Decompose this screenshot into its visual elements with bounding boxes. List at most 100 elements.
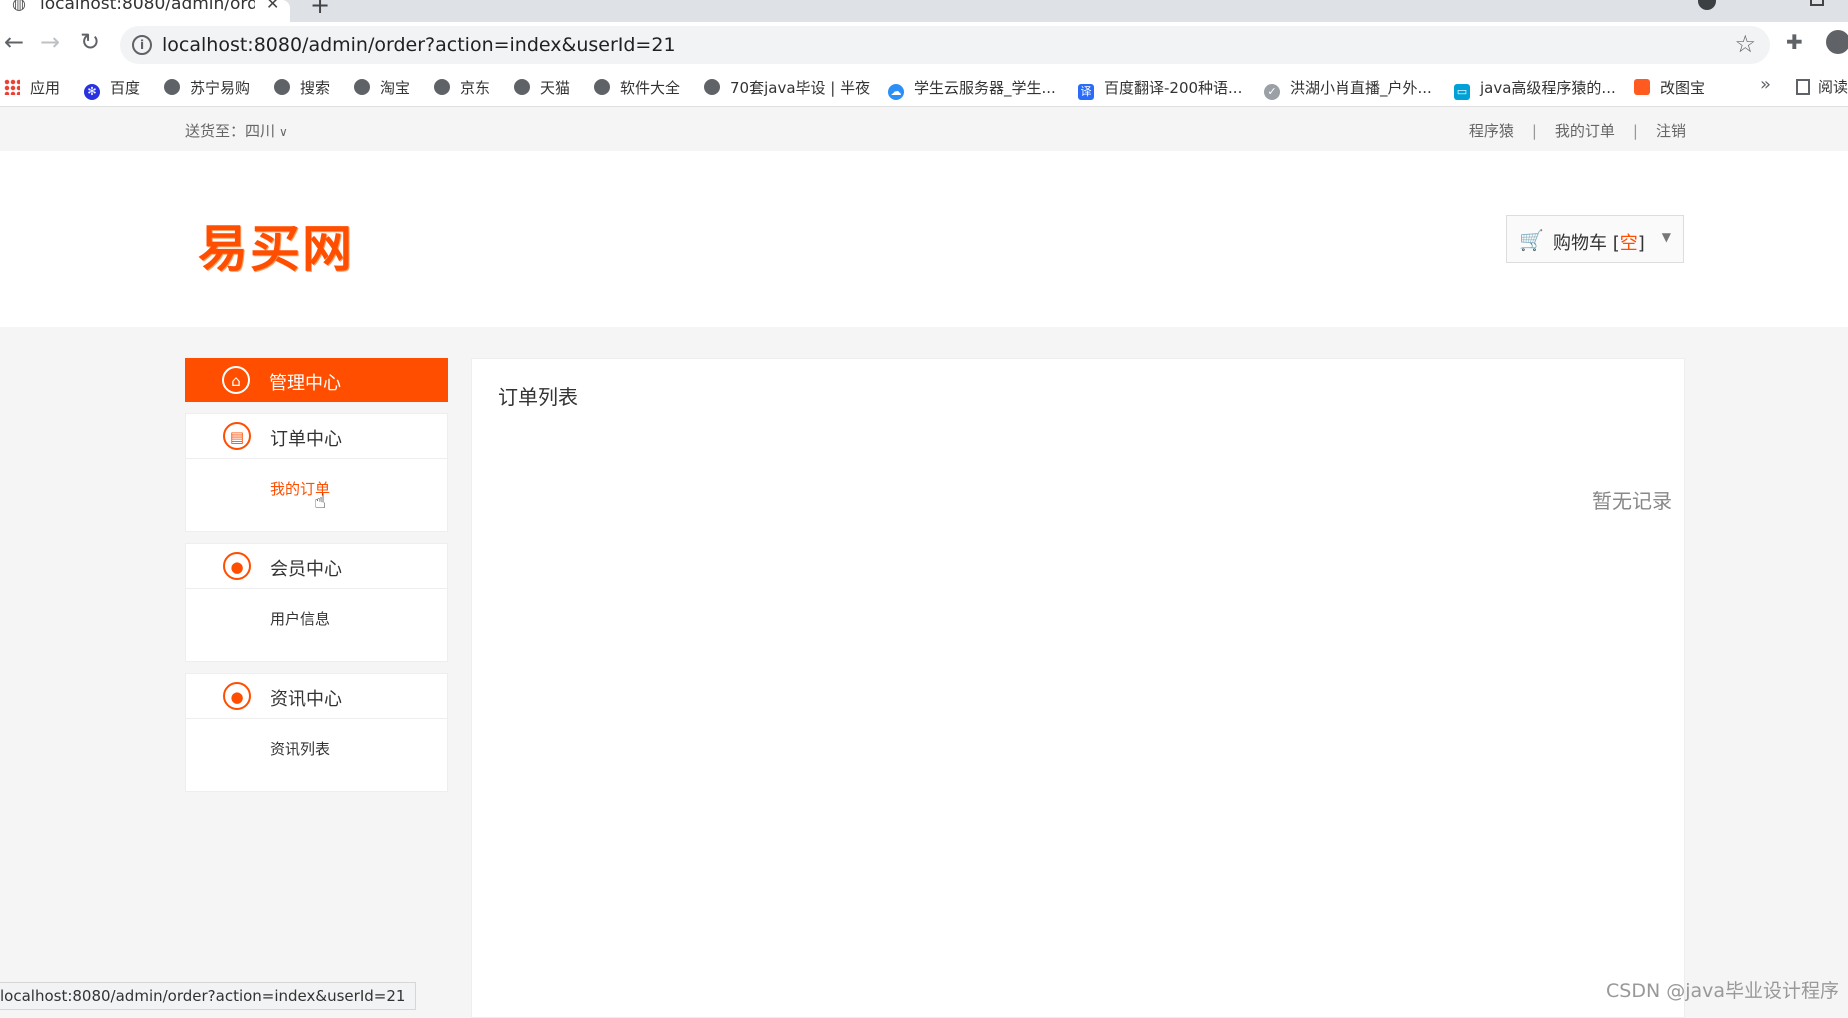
sidebar-link-news-list[interactable]: 资讯列表 xyxy=(270,738,330,759)
bookmark-gaitubao[interactable]: 改图宝 xyxy=(1634,77,1705,98)
bookmark-label: java高级程序猿的... xyxy=(1480,79,1616,97)
home-icon: ⌂ xyxy=(222,366,250,394)
document-icon: ▤ xyxy=(223,422,251,450)
globe-icon: ◍ xyxy=(12,0,26,13)
baidu-icon: ✻ xyxy=(84,84,100,100)
username-link[interactable]: 程序猿 xyxy=(1469,122,1514,140)
forward-icon[interactable]: → xyxy=(40,28,60,56)
star-icon[interactable]: ☆ xyxy=(1734,30,1756,58)
bookmarks-bar: 应用 ✻ 百度 苏宁易购 搜索 淘宝 京东 天猫 软件大全 70套java毕设 |… xyxy=(0,68,1848,107)
bookmark-label: 应用 xyxy=(30,79,61,97)
globe-icon xyxy=(434,79,450,95)
bookmark-suning[interactable]: 苏宁易购 xyxy=(164,77,250,98)
section-title: 资讯中心 xyxy=(270,689,342,710)
more-bookmarks-icon[interactable]: » xyxy=(1760,74,1771,95)
watermark: CSDN @java毕业设计程序 xyxy=(1606,980,1840,1002)
reload-icon[interactable]: ↻ xyxy=(80,28,100,56)
bookmark-baidu[interactable]: ✻ 百度 xyxy=(84,77,140,100)
caret-down-icon: ▼ xyxy=(1661,230,1671,244)
page-title: 订单列表 xyxy=(498,385,578,409)
tab-search-icon[interactable] xyxy=(1698,0,1716,10)
cart-label: 购物车 [空] xyxy=(1553,229,1645,255)
sidebar-main-label: 管理中心 xyxy=(269,373,341,394)
info-icon[interactable]: i xyxy=(132,35,152,55)
bookmark-label: 70套java毕设 | 半夜 xyxy=(730,79,871,97)
site-header: 易买网 🛒 购物车 [空] ▼ xyxy=(0,151,1848,327)
cart-bracket: ] xyxy=(1637,233,1645,254)
image-tool-icon xyxy=(1634,79,1650,95)
bookmark-cloud-server[interactable]: ☁ 学生云服务器_学生... xyxy=(888,77,1056,100)
divider: | xyxy=(1531,122,1537,140)
globe-icon xyxy=(514,79,530,95)
bookmark-jd[interactable]: 京东 xyxy=(434,77,490,98)
cart-status: 空 xyxy=(1619,233,1638,254)
bookmark-label: 淘宝 xyxy=(380,79,411,97)
cart-icon: 🛒 xyxy=(1519,228,1544,252)
chevron-down-icon: ∨ xyxy=(279,125,288,139)
sidebar-link-user-info[interactable]: 用户信息 xyxy=(270,608,330,629)
address-bar[interactable]: i localhost:8080/admin/order?action=inde… xyxy=(120,26,1770,64)
tv-icon: ▭ xyxy=(1454,84,1470,100)
bookmark-label: 百度 xyxy=(110,79,141,97)
sidebar-section-members: ● 会员中心 用户信息 xyxy=(185,543,448,662)
globe-icon xyxy=(164,79,180,95)
user-icon: ● xyxy=(223,552,251,580)
bookmark-label: 百度翻译-200种语... xyxy=(1104,79,1243,97)
apps-icon xyxy=(4,79,20,95)
deliver-region[interactable]: 四川 xyxy=(245,122,275,140)
bookmark-label: 改图宝 xyxy=(1660,79,1706,97)
hand-cursor-icon: ☝ xyxy=(314,489,327,513)
cart-button[interactable]: 🛒 购物车 [空] ▼ xyxy=(1506,215,1684,263)
browser-tab[interactable]: ◍ localhost:8080/admin/order?a ✕ xyxy=(0,0,290,22)
user-sidebar: ⌂ 管理中心 ▤ 订单中心 我的订单 ☝ ● 会员中心 用户信息 ● 资讯中心 … xyxy=(185,358,448,792)
reading-list-icon xyxy=(1796,79,1810,95)
cart-text: 购物车 [ xyxy=(1553,233,1620,254)
section-header: ● 资讯中心 xyxy=(186,674,447,719)
translate-icon: 译 xyxy=(1078,84,1094,100)
profile-icon[interactable] xyxy=(1826,30,1848,54)
globe-icon xyxy=(594,79,610,95)
bookmark-label: 学生云服务器_学生... xyxy=(914,79,1056,97)
reading-list-button[interactable]: 阅读 xyxy=(1796,76,1848,97)
section-header: ● 会员中心 xyxy=(186,544,447,589)
user-links: 程序猿 | 我的订单 | 注销 xyxy=(1469,120,1686,141)
empty-message: 暂无记录 xyxy=(1592,489,1672,513)
bookmark-baidu-translate[interactable]: 译百度翻译-200种语... xyxy=(1078,77,1242,100)
close-icon[interactable]: ✕ xyxy=(266,0,279,13)
site-logo[interactable]: 易买网 xyxy=(198,209,354,281)
globe-icon xyxy=(354,79,370,95)
divider: | xyxy=(1632,122,1638,140)
section-title: 订单中心 xyxy=(270,429,342,450)
bookmark-label: 京东 xyxy=(460,79,491,97)
bookmark-search[interactable]: 搜索 xyxy=(274,77,330,98)
new-tab-button[interactable]: + xyxy=(310,0,330,19)
extensions-icon[interactable]: ✚ xyxy=(1786,30,1803,54)
my-orders-link[interactable]: 我的订单 xyxy=(1555,122,1615,140)
deliver-label: 送货至： xyxy=(185,122,246,140)
globe-icon xyxy=(704,79,720,95)
logout-link[interactable]: 注销 xyxy=(1656,122,1686,140)
section-title: 会员中心 xyxy=(270,559,342,580)
bookmark-apps[interactable]: 应用 xyxy=(4,77,60,98)
tab-title: localhost:8080/admin/order?a xyxy=(40,0,255,14)
site-topbar: 送货至：四川 ∨ 程序猿 | 我的订单 | 注销 xyxy=(0,107,1848,151)
bookmark-live[interactable]: ✓ 洪湖小肖直播_户外... xyxy=(1264,77,1432,100)
window-icon[interactable] xyxy=(1810,0,1824,6)
bookmark-label: 洪湖小肖直播_户外... xyxy=(1290,79,1432,97)
url-text[interactable]: localhost:8080/admin/order?action=index&… xyxy=(162,34,676,56)
bookmark-java-projects[interactable]: 70套java毕设 | 半夜 xyxy=(704,77,870,98)
order-list-panel: 订单列表 暂无记录 xyxy=(471,358,1685,1018)
deliver-region-selector[interactable]: 送货至：四川 ∨ xyxy=(185,120,288,141)
back-icon[interactable]: ← xyxy=(4,28,24,56)
bird-icon: ✓ xyxy=(1264,84,1280,100)
bookmark-taobao[interactable]: 淘宝 xyxy=(354,77,410,98)
link-status-bar: localhost:8080/admin/order?action=index&… xyxy=(0,982,417,1010)
bookmark-label: 搜索 xyxy=(300,79,331,97)
sidebar-section-news: ● 资讯中心 资讯列表 xyxy=(185,673,448,792)
sidebar-item-management-center[interactable]: ⌂ 管理中心 xyxy=(185,358,448,402)
bookmark-tmall[interactable]: 天猫 xyxy=(514,77,570,98)
bookmark-bilibili[interactable]: ▭ java高级程序猿的... xyxy=(1454,77,1616,100)
bookmark-label: 天猫 xyxy=(540,79,571,97)
bookmark-software[interactable]: 软件大全 xyxy=(594,77,680,98)
section-header: ▤ 订单中心 xyxy=(186,414,447,459)
